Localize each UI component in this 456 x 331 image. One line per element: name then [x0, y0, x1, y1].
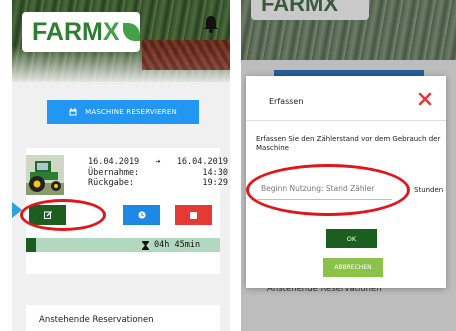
highlight-circle — [246, 164, 410, 216]
logo-x-letter: X — [102, 17, 120, 46]
banner-graphic — [142, 40, 230, 70]
leaf-icon — [122, 23, 140, 41]
reserve-button-label: MASCHINE RESERVIEREN — [85, 108, 177, 116]
dialog-instruction: Erfassen Sie den Zählerstand vor dem Geb… — [256, 135, 441, 152]
takeover-time: 14:30 — [202, 167, 228, 178]
farmx-logo-dimmed: FARMX — [251, 0, 369, 20]
header-banner: FARM X — [12, 0, 230, 82]
upcoming-reservations-heading: Anstehende Reservationen — [26, 305, 220, 331]
cancel-reservation-button[interactable] — [175, 205, 212, 225]
takeover-label: Übernahme: — [88, 167, 140, 178]
abort-button[interactable]: ABBRECHEN — [323, 258, 383, 277]
unit-label: Stunden — [414, 186, 444, 194]
takeover-row: Übernahme: 14:30 — [88, 168, 228, 179]
logo-text: FARMX — [261, 0, 338, 16]
dialog-title: Erfassen — [269, 97, 304, 106]
close-icon[interactable] — [418, 92, 432, 106]
tractor-image — [26, 155, 64, 195]
reserve-machine-button[interactable]: MASCHINE RESERVIEREN — [47, 100, 199, 124]
calendar-icon — [69, 108, 77, 116]
farmx-logo: FARM X — [22, 12, 140, 52]
pointer-arrow — [12, 202, 22, 218]
progress-fill — [26, 238, 36, 252]
hourglass-icon — [142, 240, 149, 250]
duration-display: 04h 45min — [142, 238, 200, 252]
end-date: 16.04.2019 — [176, 157, 228, 167]
duration-text: 04h 45min — [154, 240, 201, 250]
reservation-times: 16.04.2019 ➔ 16.04.2019 Übernahme: 14:30… — [88, 157, 228, 189]
start-date: 16.04.2019 — [88, 157, 140, 167]
time-button[interactable] — [123, 205, 160, 225]
return-label: Rückgabe: — [88, 178, 135, 188]
bell-icon[interactable] — [202, 14, 220, 34]
return-row: Rückgabe: 19:29 — [88, 178, 228, 189]
highlight-circle — [20, 199, 106, 231]
return-time: 19:29 — [202, 178, 228, 188]
divider — [246, 120, 446, 121]
logo-text: FARM — [32, 17, 103, 46]
record-counter-dialog: Erfassen Erfassen Sie den Zählerstand vo… — [246, 76, 446, 288]
date-range-row: 16.04.2019 ➔ 16.04.2019 — [88, 157, 228, 168]
ok-button[interactable]: OK — [326, 229, 377, 248]
stop-icon — [190, 211, 197, 219]
app-screen-modal: FARMX Anstehende Reservationen Erfassen … — [241, 0, 456, 331]
app-screen-overview: FARM X MASCHINE RESERVIEREN 16.04.2019 ➔… — [12, 0, 230, 331]
header-banner-dimmed: FARMX — [241, 0, 456, 60]
clock-icon — [137, 211, 146, 219]
arrow-right-icon: ➔ — [155, 157, 161, 167]
